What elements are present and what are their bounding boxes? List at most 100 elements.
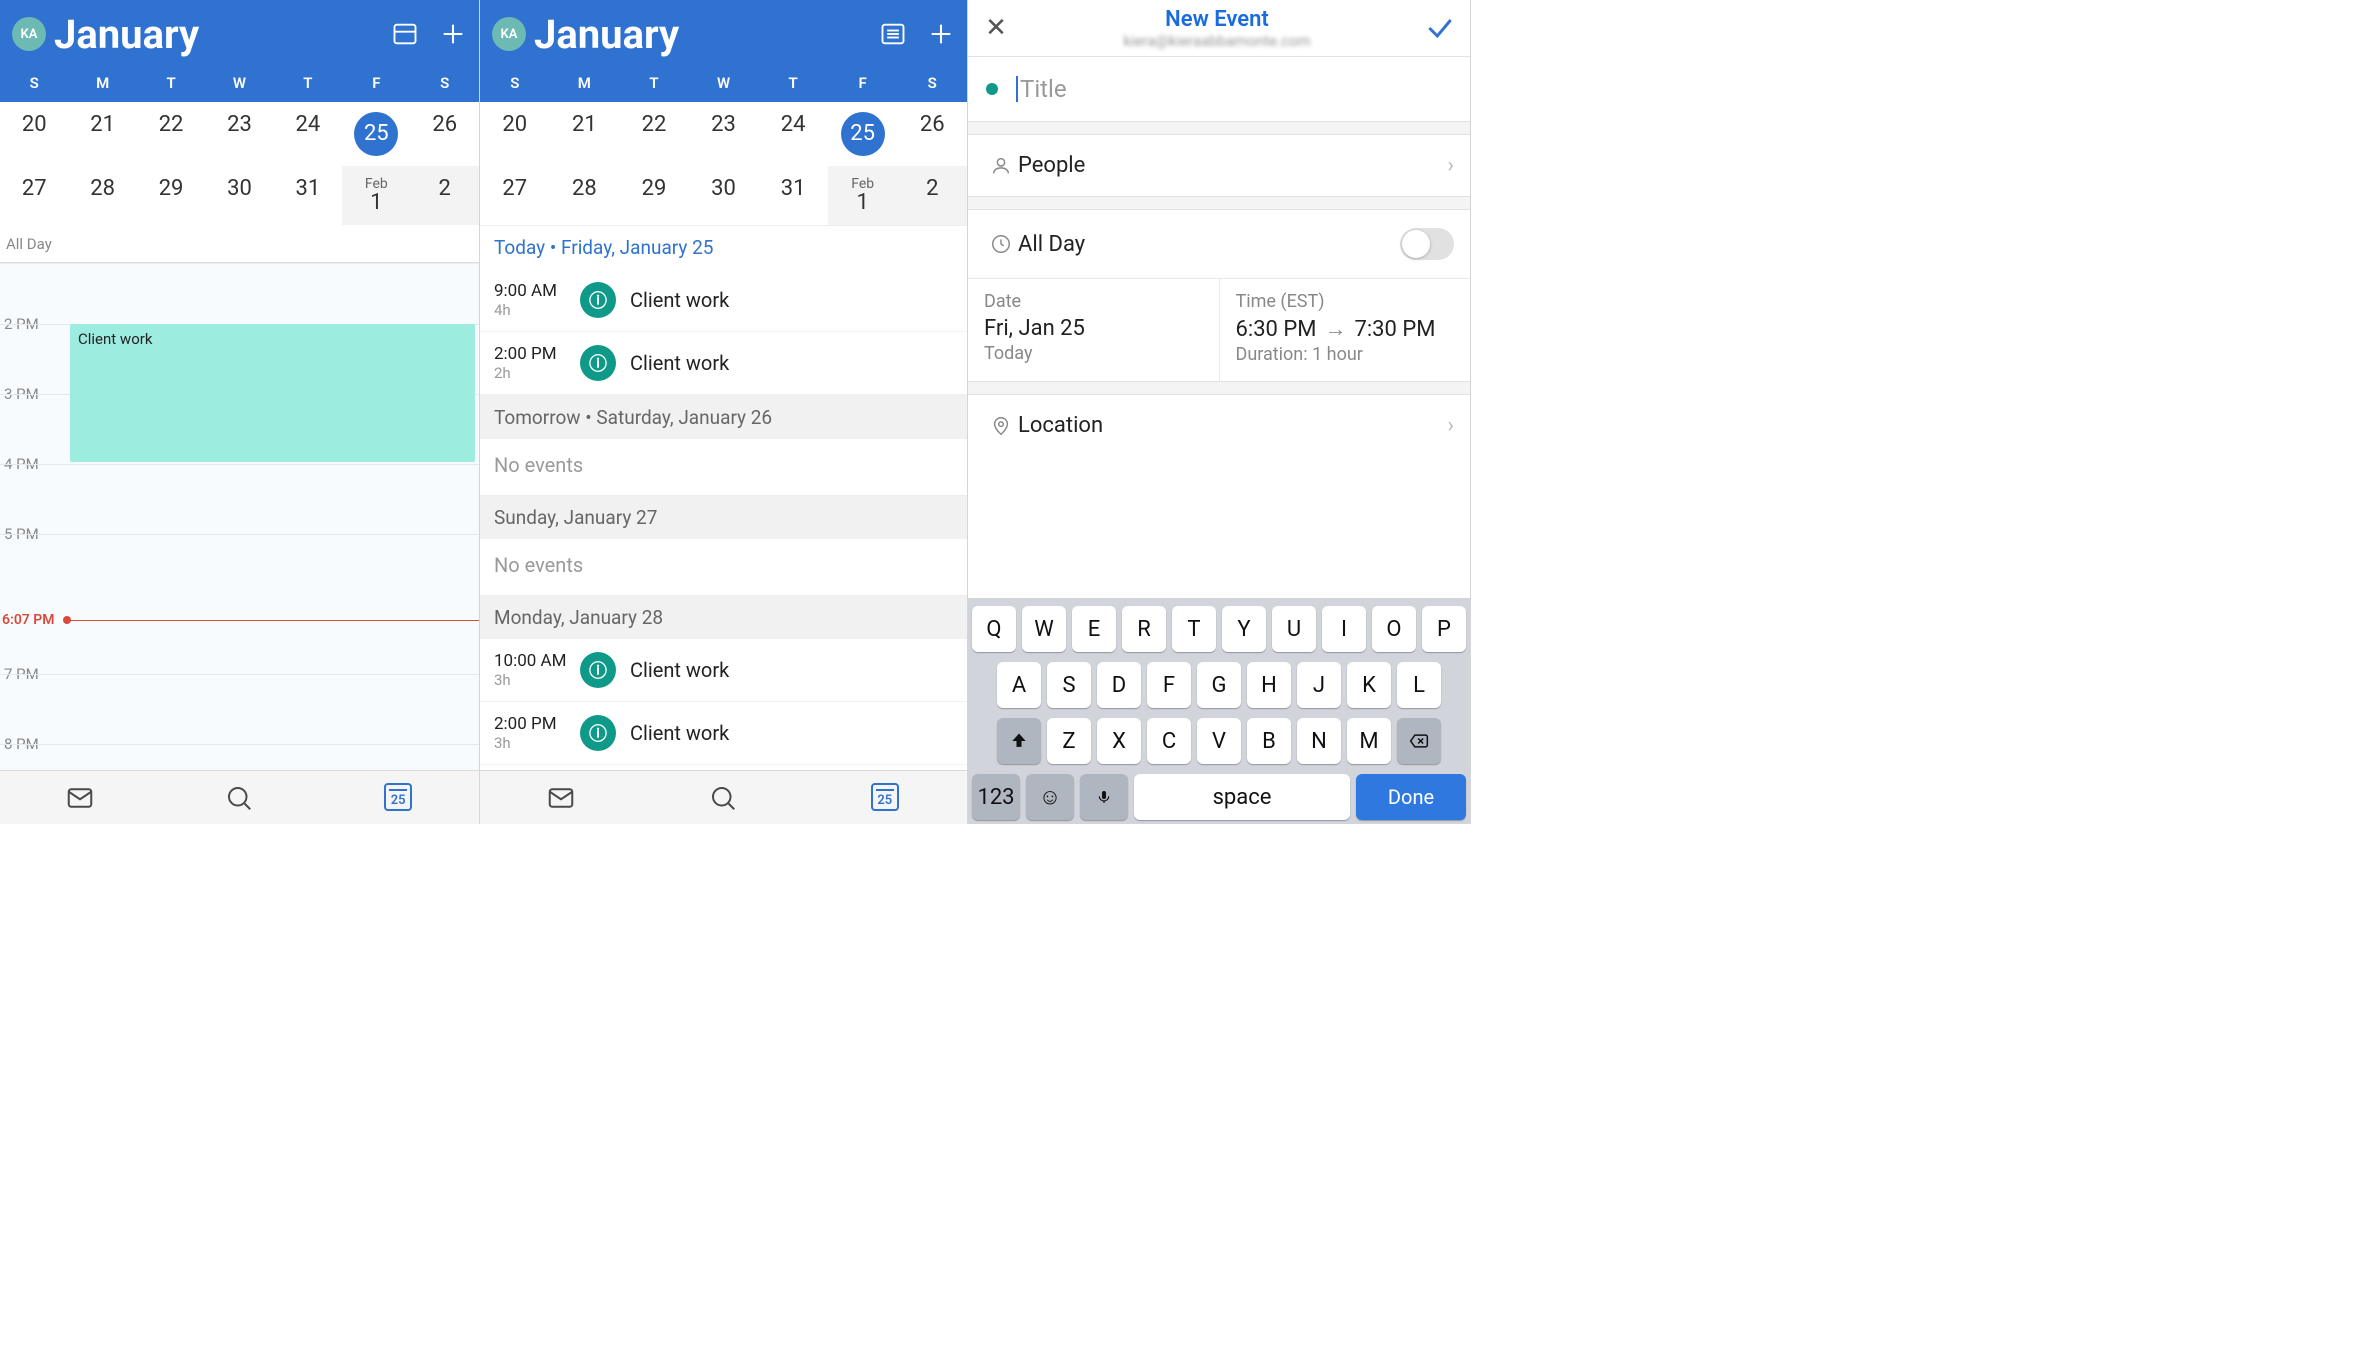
shift-key[interactable]: [997, 718, 1041, 764]
agenda-item[interactable]: 2:00 PM3h ⓘ Client work: [480, 702, 967, 765]
day-timeline[interactable]: 2 PM 3 PM 4 PM 5 PM 7 PM 8 PM Client wor…: [0, 263, 479, 770]
date-cell[interactable]: 23: [205, 102, 273, 166]
date-cell[interactable]: Feb1: [342, 166, 410, 225]
date-cell[interactable]: 31: [274, 166, 342, 225]
date-sub: Today: [984, 343, 1203, 364]
done-key[interactable]: Done: [1356, 774, 1466, 820]
key-a[interactable]: A: [997, 662, 1041, 708]
month-title[interactable]: January: [54, 11, 391, 58]
key-m[interactable]: M: [1347, 718, 1391, 764]
numeric-key[interactable]: 123: [972, 774, 1020, 820]
search-tab-icon[interactable]: [224, 783, 254, 813]
dictation-key[interactable]: [1080, 774, 1128, 820]
key-n[interactable]: N: [1297, 718, 1341, 764]
key-r[interactable]: R: [1122, 606, 1166, 652]
key-l[interactable]: L: [1397, 662, 1441, 708]
agenda-item[interactable]: 2:00 PM2h ⓘ Client work: [480, 332, 967, 395]
key-p[interactable]: P: [1422, 606, 1466, 652]
month-title[interactable]: January: [534, 11, 879, 58]
key-v[interactable]: V: [1197, 718, 1241, 764]
new-event-title: New Event: [1010, 7, 1424, 32]
view-mode-icon[interactable]: [391, 20, 419, 48]
date-cell-selected[interactable]: 25: [828, 102, 898, 166]
date-field[interactable]: Date Fri, Jan 25 Today: [968, 279, 1220, 381]
date-cell[interactable]: 27: [0, 166, 68, 225]
title-input[interactable]: [1020, 75, 1454, 103]
calendar-tab-icon[interactable]: 25: [871, 783, 901, 813]
key-o[interactable]: O: [1372, 606, 1416, 652]
backspace-key[interactable]: [1397, 718, 1441, 764]
all-day-label: All Day: [1018, 232, 1085, 257]
all-day-toggle[interactable]: [1400, 228, 1454, 260]
key-w[interactable]: W: [1022, 606, 1066, 652]
date-cell[interactable]: 26: [411, 102, 479, 166]
calendar-tab-icon[interactable]: 25: [384, 783, 414, 813]
add-event-icon[interactable]: [439, 20, 467, 48]
agenda-list[interactable]: Today • Friday, January 25 9:00 AM4h ⓘ C…: [480, 225, 967, 770]
key-k[interactable]: K: [1347, 662, 1391, 708]
key-t[interactable]: T: [1172, 606, 1216, 652]
key-d[interactable]: D: [1097, 662, 1141, 708]
date-cell[interactable]: 31: [758, 166, 828, 225]
date-cell[interactable]: 26: [897, 102, 967, 166]
weekday-label: W: [205, 68, 273, 102]
date-cell[interactable]: 24: [274, 102, 342, 166]
agenda-section-header: Sunday, January 27: [480, 495, 967, 539]
avatar[interactable]: KA: [12, 17, 46, 51]
key-b[interactable]: B: [1247, 718, 1291, 764]
key-j[interactable]: J: [1297, 662, 1341, 708]
key-u[interactable]: U: [1272, 606, 1316, 652]
date-cell[interactable]: Feb1: [828, 166, 898, 225]
weekday-label: T: [137, 68, 205, 102]
mail-tab-icon[interactable]: [65, 783, 95, 813]
date-cell[interactable]: 28: [68, 166, 136, 225]
date-cell[interactable]: 22: [619, 102, 689, 166]
date-cell[interactable]: 2: [411, 166, 479, 225]
search-tab-icon[interactable]: [708, 783, 738, 813]
key-y[interactable]: Y: [1222, 606, 1266, 652]
agenda-item[interactable]: 10:00 AM3h ⓘ Client work: [480, 639, 967, 702]
key-f[interactable]: F: [1147, 662, 1191, 708]
date-cell[interactable]: 29: [137, 166, 205, 225]
date-cell[interactable]: 23: [689, 102, 759, 166]
key-h[interactable]: H: [1247, 662, 1291, 708]
key-c[interactable]: C: [1147, 718, 1191, 764]
key-g[interactable]: G: [1197, 662, 1241, 708]
confirm-icon[interactable]: [1424, 12, 1456, 44]
date-cell[interactable]: 21: [550, 102, 620, 166]
space-key[interactable]: space: [1134, 774, 1350, 820]
date-cell[interactable]: 20: [0, 102, 68, 166]
time-start: 6:30 PM: [1236, 317, 1317, 342]
time-field[interactable]: Time (EST) 6:30 PM → 7:30 PM Duration: 1…: [1220, 279, 1471, 381]
date-cell[interactable]: 29: [619, 166, 689, 225]
key-x[interactable]: X: [1097, 718, 1141, 764]
date-cell[interactable]: 20: [480, 102, 550, 166]
date-cell-selected[interactable]: 25: [342, 102, 410, 166]
key-i[interactable]: I: [1322, 606, 1366, 652]
mail-tab-icon[interactable]: [546, 783, 576, 813]
people-field[interactable]: People ›: [968, 135, 1470, 196]
list-view-icon[interactable]: [879, 20, 907, 48]
date-value: Fri, Jan 25: [984, 316, 1203, 341]
date-strip: 20 21 22 23 24 25 26 27 28 29 30 31 Feb1…: [480, 102, 967, 225]
key-e[interactable]: E: [1072, 606, 1116, 652]
key-z[interactable]: Z: [1047, 718, 1091, 764]
event-title-field[interactable]: [968, 56, 1470, 121]
date-cell[interactable]: 24: [758, 102, 828, 166]
date-cell[interactable]: 28: [550, 166, 620, 225]
agenda-item[interactable]: 9:00 AM4h ⓘ Client work: [480, 269, 967, 332]
avatar[interactable]: KA: [492, 17, 526, 51]
date-cell[interactable]: 21: [68, 102, 136, 166]
key-q[interactable]: Q: [972, 606, 1016, 652]
calendar-event[interactable]: Client work: [70, 324, 475, 462]
emoji-key[interactable]: ☺: [1026, 774, 1074, 820]
date-cell[interactable]: 22: [137, 102, 205, 166]
add-event-icon[interactable]: [927, 20, 955, 48]
date-cell[interactable]: 30: [689, 166, 759, 225]
key-s[interactable]: S: [1047, 662, 1091, 708]
date-cell[interactable]: 27: [480, 166, 550, 225]
close-icon[interactable]: ✕: [982, 13, 1010, 43]
location-field[interactable]: Location ›: [968, 395, 1470, 456]
date-cell[interactable]: 2: [897, 166, 967, 225]
date-cell[interactable]: 30: [205, 166, 273, 225]
